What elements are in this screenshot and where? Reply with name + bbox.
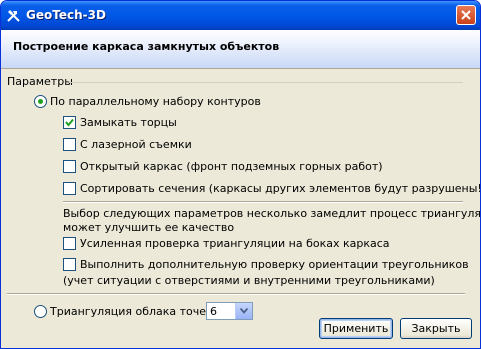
radio-point-cloud-label[interactable]: Триангуляция облака точек <box>50 305 213 318</box>
checkbox-close-ends[interactable] <box>63 116 76 129</box>
checkmark-icon <box>65 118 74 127</box>
radio-contours[interactable] <box>34 95 47 108</box>
radio-selected-dot <box>38 99 43 104</box>
checkbox-open-frame[interactable] <box>63 160 76 173</box>
header-title: Построение каркаса замкнутых объектов <box>13 40 280 53</box>
title-bar[interactable]: GeoTech-3D <box>1 1 480 30</box>
close-icon <box>461 10 471 20</box>
separator <box>63 201 463 203</box>
dialog-window: GeoTech-3D Построение каркаса замкнутых … <box>0 0 481 349</box>
checkbox-orientation-check-label[interactable]: Выполнить дополнительную проверку ориент… <box>80 258 469 271</box>
note-line-2: может улучшить ее качество <box>63 221 235 234</box>
window-title: GeoTech-3D <box>26 8 106 22</box>
checkbox-sort-sections[interactable] <box>63 182 76 195</box>
group-label: Параметры <box>7 75 73 88</box>
chevron-down-icon <box>240 308 248 314</box>
checkbox-enhanced-check-label[interactable]: Усиленная проверка триангуляции на боках… <box>80 237 390 250</box>
checkbox-sort-sections-label[interactable]: Сортировать сечения (каркасы других элем… <box>80 182 480 195</box>
tools-icon <box>7 10 20 22</box>
checkbox-enhanced-check[interactable] <box>63 237 76 250</box>
close-button[interactable]: Закрыть <box>400 318 472 339</box>
checkbox-orientation-check-label-2[interactable]: (учет ситуации с отверстиями и внутренни… <box>63 274 435 287</box>
checkbox-close-ends-label[interactable]: Замыкать торцы <box>80 116 177 129</box>
point-cloud-select-value: 6 <box>210 305 217 318</box>
note-line-1: Выбор следующих параметров несколько зам… <box>63 207 481 220</box>
group-divider <box>69 82 463 83</box>
checkbox-laser-survey[interactable] <box>63 138 76 151</box>
close-window-button[interactable] <box>456 5 476 25</box>
point-cloud-select[interactable]: 6 <box>206 302 253 320</box>
apply-button[interactable]: Применить <box>319 318 393 339</box>
checkbox-open-frame-label[interactable]: Открытый каркас (фронт подземных горных … <box>80 160 383 173</box>
dialog-header: Построение каркаса замкнутых объектов <box>1 30 480 69</box>
radio-point-cloud[interactable] <box>34 305 47 318</box>
select-dropdown-button[interactable] <box>235 303 252 319</box>
checkbox-orientation-check[interactable] <box>63 258 76 271</box>
radio-contours-label[interactable]: По параллельному набору контуров <box>50 95 261 108</box>
separator-bottom <box>7 293 465 295</box>
checkbox-laser-survey-label[interactable]: С лазерной съемки <box>80 138 192 151</box>
